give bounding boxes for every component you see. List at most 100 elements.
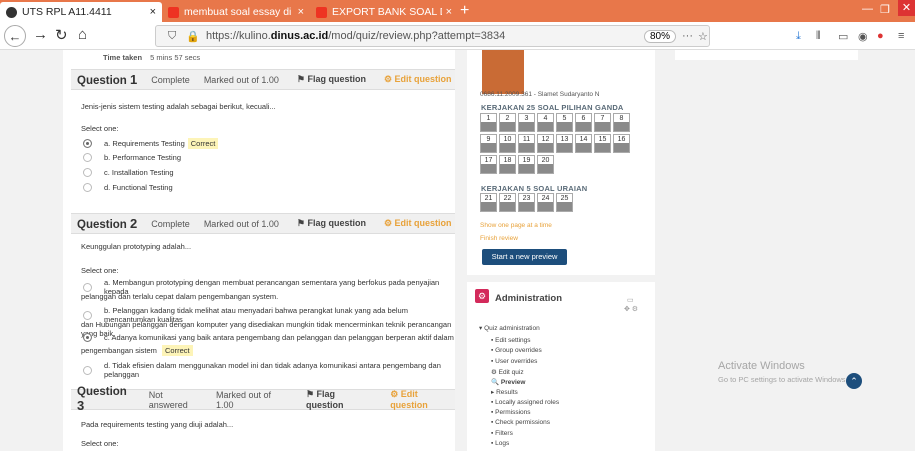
bullet-icon: ▪ [491, 399, 494, 406]
question-nav-button[interactable]: 8 [613, 113, 630, 132]
question-nav-button[interactable]: 7 [594, 113, 611, 132]
question-nav-button[interactable]: 23 [518, 193, 535, 212]
question-nav-button[interactable]: 18 [499, 155, 516, 174]
adblock-icon[interactable]: ● [877, 30, 884, 42]
edit-question-link[interactable]: ⚙ Edit question [390, 389, 455, 410]
radio-button[interactable] [83, 282, 92, 292]
question-nav-button[interactable]: 17 [480, 155, 497, 174]
question-number: Question 3 [77, 386, 127, 413]
question-nav-button[interactable]: 22 [499, 193, 516, 212]
bullet-icon: ▪ [491, 440, 494, 447]
nav-bar: ← → ↻ ⌂ ⛉ 🔒 https://kulino. dinus.ac.id … [0, 22, 915, 50]
question-nav-button[interactable]: 1 [480, 113, 497, 132]
question-nav-button[interactable]: 15 [594, 134, 611, 153]
flag-question-button[interactable]: ⚑ Flag question [297, 218, 366, 229]
question-3-header: Question 3 Not answered Marked out of 1.… [71, 386, 455, 413]
question-nav-button[interactable]: 24 [537, 193, 554, 212]
minimize-icon[interactable]: — [862, 3, 873, 15]
flag-question-button[interactable]: ⚑ Flag question [297, 74, 366, 85]
dock-icon[interactable]: ▭ [627, 296, 634, 304]
move-icon[interactable]: ✥ ⚙ [624, 305, 638, 313]
question-nav-button[interactable]: 19 [518, 155, 535, 174]
admin-item[interactable]: ⚙ Edit quiz [491, 368, 524, 376]
bullet-icon: ▪ [491, 409, 494, 416]
answer-option[interactable]: d. Tidak efisien dalam menggunakan model… [83, 361, 455, 379]
admin-item[interactable]: ▪ User overrides [491, 358, 537, 365]
radio-button[interactable] [83, 183, 92, 192]
radio-button[interactable] [83, 153, 92, 162]
radio-button[interactable] [83, 333, 92, 342]
bullet-icon: ▪ [491, 347, 494, 354]
select-one-label: Select one: [81, 266, 119, 275]
answer-option[interactable]: b. Performance Testing [83, 153, 181, 162]
admin-item[interactable]: ▾ Quiz administration [479, 324, 540, 332]
admin-item[interactable]: ▪ Check permissions [491, 419, 550, 426]
question-nav-button[interactable]: 13 [556, 134, 573, 153]
question-nav-button[interactable]: 5 [556, 113, 573, 132]
admin-item[interactable]: 🔍 Preview [491, 378, 525, 386]
start-preview-button[interactable]: Start a new preview [482, 249, 567, 265]
zoom-level[interactable]: 80% [644, 30, 677, 43]
back-button[interactable]: ← [4, 25, 26, 47]
question-nav-button[interactable]: 11 [518, 134, 535, 153]
close-window-icon[interactable]: ✕ [898, 0, 915, 16]
question-nav-button[interactable]: 10 [499, 134, 516, 153]
question-nav-button[interactable]: 9 [480, 134, 497, 153]
admin-item[interactable]: ▪ Filters [491, 430, 513, 437]
close-icon[interactable]: × [150, 6, 156, 18]
question-nav-button[interactable]: 4 [537, 113, 554, 132]
question-nav-button[interactable]: 3 [518, 113, 535, 132]
question-nav-button[interactable]: 25 [556, 193, 573, 212]
question-nav-button[interactable]: 20 [537, 155, 554, 174]
scroll-top-icon[interactable]: ⌃ [846, 373, 862, 389]
flag-question-button[interactable]: ⚑ Flag question [306, 389, 372, 410]
time-taken-value: 5 mins 57 secs [150, 53, 201, 62]
question-nav-button[interactable]: 21 [480, 193, 497, 212]
show-one-page-link[interactable]: Show one page at a time [480, 222, 552, 229]
radio-button[interactable] [83, 139, 92, 148]
url-bar[interactable]: ⛉ 🔒 https://kulino. dinus.ac.id /mod/qui… [155, 25, 710, 47]
maximize-icon[interactable]: ❐ [880, 3, 890, 16]
radio-button[interactable] [83, 365, 92, 375]
library-icon[interactable]: ⫴ [816, 30, 821, 43]
menu-icon[interactable]: ≡ [898, 30, 904, 42]
home-icon[interactable]: ⌂ [78, 26, 87, 43]
user-photo [482, 50, 524, 94]
admin-item[interactable]: ▪ Edit settings [491, 337, 531, 344]
account-icon[interactable]: ◉ [858, 30, 868, 43]
page-actions-icon[interactable]: ··· [682, 30, 693, 42]
admin-item[interactable]: ▪ Logs [491, 440, 509, 447]
tab-youtube-2[interactable]: EXPORT BANK SOAL DAN SETI × [310, 2, 458, 22]
finish-review-link[interactable]: Finish review [480, 235, 518, 242]
new-tab-button[interactable]: + [460, 2, 469, 20]
admin-item[interactable]: ▪ Locally assigned roles [491, 399, 559, 406]
tab-youtube-1[interactable]: membuat soal essay di moodle × [162, 2, 310, 22]
radio-button[interactable] [83, 310, 92, 320]
question-nav-button[interactable]: 14 [575, 134, 592, 153]
answer-option[interactable]: d. Functional Testing [83, 183, 173, 192]
sidebar-icon[interactable]: ▭ [838, 30, 848, 43]
answer-option[interactable]: c. Installation Testing [83, 168, 174, 177]
tab-uts-rpl[interactable]: UTS RPL A11.4411 × [0, 2, 162, 22]
download-icon[interactable]: ⤓ [796, 30, 801, 43]
tab-bar: UTS RPL A11.4411 × membuat soal essay di… [0, 0, 915, 22]
edit-question-link[interactable]: ⚙ Edit question [384, 74, 452, 85]
administration-block: ⚙ Administration ▭ ✥ ⚙ ▾ Quiz administra… [467, 282, 655, 451]
question-nav-button[interactable]: 16 [613, 134, 630, 153]
edit-question-link[interactable]: ⚙ Edit question [384, 218, 452, 229]
answer-option[interactable]: c. Adanya komunikasi yang baik antara pe… [83, 333, 454, 342]
close-icon[interactable]: × [446, 6, 452, 18]
admin-item[interactable]: ▸ Results [491, 388, 518, 396]
question-nav-button[interactable]: 2 [499, 113, 516, 132]
question-1-header: Question 1 Complete Marked out of 1.00 ⚑… [71, 69, 455, 90]
bookmark-star-icon[interactable]: ☆ [698, 30, 708, 43]
answer-option[interactable]: a. Requirements Testing Correct [83, 138, 219, 149]
forward-icon[interactable]: → [33, 26, 48, 43]
admin-item[interactable]: ▪ Group overrides [491, 347, 542, 354]
question-nav-button[interactable]: 12 [537, 134, 554, 153]
admin-item[interactable]: ▪ Permissions [491, 409, 531, 416]
reload-icon[interactable]: ↻ [55, 26, 68, 44]
question-nav-button[interactable]: 6 [575, 113, 592, 132]
close-icon[interactable]: × [298, 6, 304, 18]
radio-button[interactable] [83, 168, 92, 177]
